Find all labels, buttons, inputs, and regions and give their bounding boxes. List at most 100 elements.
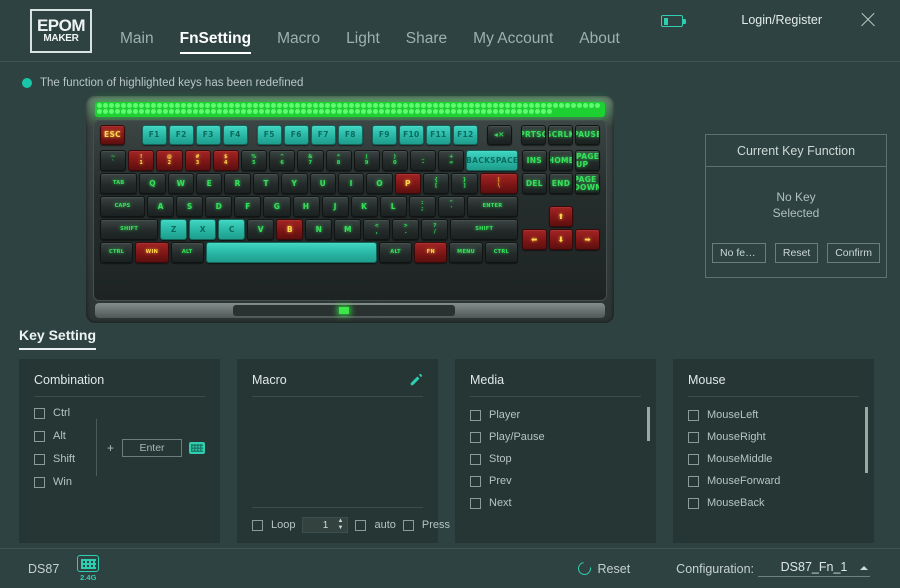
key-y[interactable]: Y <box>281 173 308 194</box>
configuration-select[interactable]: DS87_Fn_1 <box>758 560 870 577</box>
key-[interactable]: ⬆ <box>549 206 573 227</box>
checkbox-row-win[interactable]: Win <box>34 476 96 488</box>
checkbox-press[interactable] <box>402 519 414 531</box>
key-home[interactable]: HOME <box>548 150 574 171</box>
key-g[interactable]: G <box>263 196 291 217</box>
key-f3[interactable]: F3 <box>195 125 221 145</box>
key-k[interactable]: K <box>350 196 378 217</box>
key-j[interactable]: J <box>321 196 349 217</box>
key-x[interactable]: X <box>189 219 217 240</box>
key-menu[interactable]: MENU <box>449 242 483 263</box>
key-fn[interactable]: FN <box>414 242 448 263</box>
key-f4[interactable]: F4 <box>222 125 248 145</box>
media-scrollbar[interactable] <box>647 407 650 527</box>
key-f7[interactable]: F7 <box>310 125 336 145</box>
key-s[interactable]: S <box>176 196 204 217</box>
checkbox-row-shift[interactable]: Shift <box>34 453 96 465</box>
key-win[interactable]: WIN <box>135 242 169 263</box>
key-ins[interactable]: INS <box>522 150 547 171</box>
checkbox-mouseforward[interactable] <box>688 475 699 487</box>
close-icon[interactable] <box>858 10 878 30</box>
key-h[interactable]: H <box>292 196 320 217</box>
checkbox-play-pause[interactable] <box>470 431 481 443</box>
key-[interactable]: <, <box>363 219 391 240</box>
key-a[interactable]: A <box>147 196 175 217</box>
key-q[interactable]: Q <box>139 173 166 194</box>
key-d[interactable]: D <box>205 196 233 217</box>
checkbox-mouseback[interactable] <box>688 497 699 509</box>
key-shift[interactable]: SHIFT <box>100 219 159 240</box>
loop-decrement-icon[interactable]: ▼ <box>335 525 345 532</box>
key-[interactable]: :; <box>408 196 436 217</box>
checkbox-row-loop[interactable]: Loop <box>252 519 295 531</box>
key-e[interactable]: E <box>196 173 223 194</box>
loop-count-arrows[interactable]: ▲ ▼ <box>335 518 345 532</box>
checkbox-row-prev[interactable]: Prev <box>470 475 641 487</box>
checkbox-row-stop[interactable]: Stop <box>470 453 641 465</box>
key-c[interactable]: C <box>218 219 246 240</box>
key-5[interactable]: % 5 <box>240 150 268 171</box>
key-esc[interactable]: ESC <box>100 125 126 145</box>
key-page-down[interactable]: PAGE DOWN <box>575 173 601 194</box>
key-i[interactable]: I <box>337 173 365 194</box>
nav-item-main[interactable]: Main <box>120 30 154 54</box>
checkbox-shift[interactable] <box>34 453 45 465</box>
checkbox-alt[interactable] <box>34 430 45 442</box>
key-b[interactable]: B <box>276 219 304 240</box>
key-end[interactable]: END <box>548 173 574 194</box>
combination-key-input[interactable]: Enter <box>122 438 182 457</box>
nav-item-macro[interactable]: Macro <box>277 30 320 54</box>
key-7[interactable]: & 7 <box>297 150 324 171</box>
key-scrlk[interactable]: SCRLK <box>547 125 573 145</box>
key-m[interactable]: M <box>334 219 362 240</box>
checkbox-stop[interactable] <box>470 453 481 465</box>
loop-count-stepper[interactable]: 1 ▲ ▼ <box>302 517 349 533</box>
key-alt[interactable]: ALT <box>378 242 413 263</box>
checkbox-row-next[interactable]: Next <box>470 497 641 509</box>
key-[interactable]: ➡ <box>575 229 601 250</box>
key-l[interactable]: L <box>379 196 407 217</box>
key-0[interactable]: ) 0 <box>381 150 409 171</box>
checkbox-row-press[interactable]: Press <box>402 519 450 531</box>
mouse-scrollbar-thumb[interactable] <box>865 407 868 473</box>
key-f8[interactable]: F8 <box>337 125 363 145</box>
nav-item-about[interactable]: About <box>579 30 620 54</box>
key-tab[interactable]: TAB <box>100 173 138 194</box>
media-scrollbar-thumb[interactable] <box>647 407 650 441</box>
key-w[interactable]: W <box>167 173 195 194</box>
key-8[interactable]: * 8 <box>325 150 352 171</box>
key-9[interactable]: (9 <box>353 150 380 171</box>
checkbox-row-mouseforward[interactable]: MouseForward <box>688 475 859 487</box>
nav-item-my-account[interactable]: My Account <box>473 30 553 54</box>
key-[interactable]: + = <box>438 150 465 171</box>
key-f10[interactable]: F10 <box>398 125 424 145</box>
checkbox-row-alt[interactable]: Alt <box>34 430 96 442</box>
checkbox-row-player[interactable]: Player <box>470 409 641 421</box>
device-connection[interactable]: 2.4G <box>77 555 100 582</box>
checkbox-loop[interactable] <box>252 519 263 531</box>
key-f12[interactable]: F12 <box>452 125 478 145</box>
key-[interactable]: ⬇ <box>548 229 574 250</box>
nav-item-fnsetting[interactable]: FnSetting <box>179 30 252 54</box>
key-3[interactable]: #3 <box>184 150 211 171</box>
keyboard-visualizer[interactable]: ESCF1F2F3F4F5F6F7F8F9F10F11F12◂✕PRTSCSCR… <box>86 96 614 323</box>
key-v[interactable]: V <box>247 219 275 240</box>
key-o[interactable]: O <box>366 173 393 194</box>
key-[interactable]: ? / <box>421 219 449 240</box>
key-4[interactable]: $4 <box>212 150 239 171</box>
key-2[interactable]: @2 <box>156 150 183 171</box>
key-[interactable]: ~ ` <box>100 150 127 171</box>
key-6[interactable]: ^ 6 <box>269 150 296 171</box>
caret-up-icon[interactable] <box>860 566 868 570</box>
checkbox-mouseleft[interactable] <box>688 409 699 421</box>
key-n[interactable]: N <box>305 219 333 240</box>
key-[interactable]: >. <box>392 219 420 240</box>
key-backspace[interactable]: BACKSPACE <box>466 150 519 171</box>
checkbox-row-auto[interactable]: auto <box>355 519 396 531</box>
checkbox-row-ctrl[interactable]: Ctrl <box>34 407 96 419</box>
key-f6[interactable]: F6 <box>283 125 309 145</box>
key-del[interactable]: DEL <box>522 173 547 194</box>
pencil-icon[interactable] <box>409 373 423 387</box>
key-f2[interactable]: F2 <box>168 125 194 145</box>
key-r[interactable]: R <box>224 173 251 194</box>
